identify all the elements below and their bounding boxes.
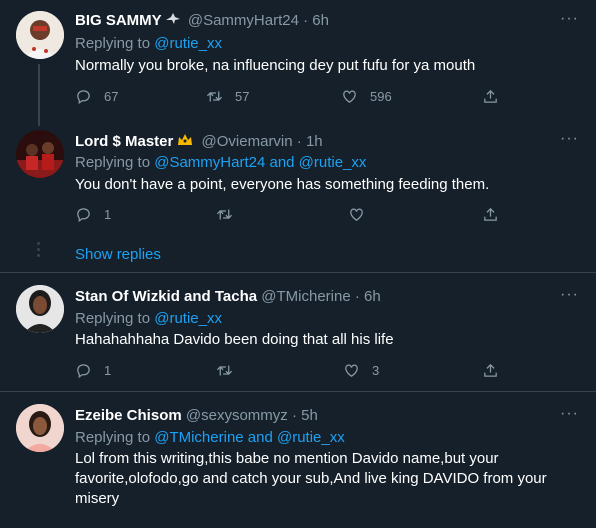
avatar[interactable] [16, 11, 64, 59]
retweet-count: 57 [235, 89, 250, 104]
replying-to: Replying to @rutie_xx [75, 35, 222, 53]
tweet-text: Lol from this writing,this babe no menti… [75, 450, 547, 507]
avatar[interactable] [16, 285, 64, 333]
share-icon [484, 363, 497, 377]
tweet-lord-master[interactable]: Lord $ Master @Oviemarvin · 1h ··· Reply… [0, 120, 596, 272]
share-icon [484, 89, 497, 103]
handle[interactable]: @sexysommyz [186, 407, 288, 424]
tweet-text: You don't have a point, everyone has som… [75, 176, 490, 193]
share-button[interactable] [482, 362, 499, 379]
replying-to-label: Replying to [75, 154, 151, 171]
replying-to-label: Replying to [75, 429, 151, 446]
like-count: 3 [372, 363, 380, 378]
reply-icon [77, 90, 90, 105]
thread-dots [37, 242, 41, 260]
retweet-button[interactable] [216, 206, 233, 223]
share-button[interactable] [482, 88, 499, 105]
avatar[interactable] [16, 130, 64, 178]
more-options-button[interactable]: ··· [560, 287, 579, 303]
retweet-icon [216, 209, 233, 220]
handle[interactable]: @SammyHart24 [188, 12, 299, 29]
tweet-big-sammy[interactable]: BIG SAMMY @SammyHart24 · 6h ··· Replying… [0, 0, 596, 126]
reply-count: 1 [104, 207, 112, 222]
share-button[interactable] [482, 206, 499, 223]
like-button[interactable] [348, 206, 365, 223]
heart-icon [343, 90, 356, 103]
action-bar: 67 57 596 [75, 88, 505, 108]
like-button[interactable]: 3 [343, 362, 379, 379]
crown-icon [176, 132, 194, 153]
heart-icon [345, 364, 358, 377]
tweet-ezeibe-chisom[interactable]: Ezeibe Chisom @sexysommyz · 5h ··· Reply… [0, 392, 596, 528]
tweet-header: BIG SAMMY @SammyHart24 · 6h [75, 11, 329, 32]
reply-button[interactable]: 67 [75, 88, 118, 105]
tweet-header: Ezeibe Chisom @sexysommyz · 5h [75, 407, 318, 425]
reply-target-link[interactable]: @TMicherine and @rutie_xx [154, 429, 345, 446]
avatar[interactable] [16, 404, 64, 452]
reply-count: 67 [104, 89, 119, 104]
eagle-icon [165, 11, 181, 32]
heart-icon [350, 208, 363, 221]
reply-button[interactable]: 1 [75, 362, 111, 379]
replying-to-label: Replying to [75, 310, 151, 327]
replying-to-label: Replying to [75, 35, 151, 52]
tweet-header: Lord $ Master @Oviemarvin · 1h [75, 132, 323, 153]
tweet-text: Normally you broke, na influencing dey p… [75, 57, 476, 74]
reply-count: 1 [104, 363, 112, 378]
tweet-header: Stan Of Wizkid and Tacha @TMicherine · 6… [75, 288, 381, 306]
separator: · [296, 133, 302, 150]
timestamp[interactable]: 5h [301, 407, 318, 424]
tweet-text: Hahahahhaha Davido been doing that all h… [75, 331, 394, 348]
display-name[interactable]: Lord $ Master [75, 133, 173, 150]
separator: · [291, 407, 297, 424]
retweet-icon [216, 365, 233, 376]
thread-line [38, 64, 40, 126]
reply-target-link[interactable]: @SammyHart24 and @rutie_xx [154, 154, 366, 171]
display-name[interactable]: BIG SAMMY [75, 12, 162, 29]
action-bar: 1 3 [75, 362, 505, 382]
timestamp[interactable]: 1h [306, 133, 323, 150]
more-options-button[interactable]: ··· [560, 131, 579, 147]
display-name[interactable]: Stan Of Wizkid and Tacha [75, 288, 257, 305]
tweet-stan-of-wizkid[interactable]: Stan Of Wizkid and Tacha @TMicherine · 6… [0, 273, 596, 391]
like-button[interactable]: 596 [341, 88, 392, 105]
show-replies-link[interactable]: Show replies [75, 246, 161, 263]
more-options-button[interactable]: ··· [560, 11, 579, 27]
separator: · [303, 12, 309, 29]
separator: · [354, 288, 360, 305]
share-icon [484, 207, 497, 221]
retweet-icon [206, 91, 223, 102]
handle[interactable]: @Oviemarvin [202, 133, 293, 150]
timestamp[interactable]: 6h [364, 288, 381, 305]
replying-to: Replying to @SammyHart24 and @rutie_xx [75, 154, 366, 172]
replying-to: Replying to @TMicherine and @rutie_xx [75, 429, 345, 447]
retweet-button[interactable]: 57 [206, 88, 249, 105]
reply-button[interactable]: 1 [75, 206, 111, 223]
like-count: 596 [370, 89, 392, 104]
timestamp[interactable]: 6h [312, 12, 329, 29]
more-options-button[interactable]: ··· [560, 406, 579, 422]
action-bar: 1 [75, 206, 505, 226]
display-name[interactable]: Ezeibe Chisom [75, 407, 182, 424]
handle[interactable]: @TMicherine [261, 288, 350, 305]
reply-icon [77, 364, 90, 379]
reply-target-link[interactable]: @rutie_xx [154, 310, 222, 327]
replying-to: Replying to @rutie_xx [75, 310, 222, 328]
reply-icon [77, 208, 90, 223]
retweet-button[interactable] [216, 362, 233, 379]
reply-target-link[interactable]: @rutie_xx [154, 35, 222, 52]
